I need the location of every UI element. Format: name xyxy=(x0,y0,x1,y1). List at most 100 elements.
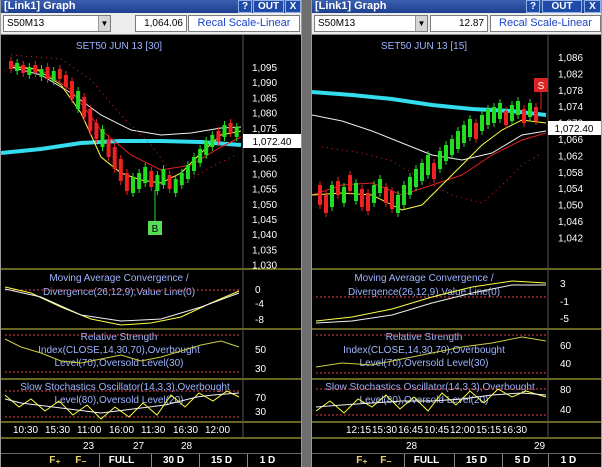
right-rsi-axis-1: 40 xyxy=(560,359,572,370)
candle-body xyxy=(402,185,406,205)
right-last-price: 1,072.40 xyxy=(555,124,594,135)
candle-body xyxy=(45,67,50,79)
candle-body xyxy=(21,65,26,73)
right-symbol-select[interactable]: S50M13 ▼ xyxy=(314,15,428,32)
svg-text:16:30: 16:30 xyxy=(502,425,527,436)
left-symbol-select[interactable]: S50M13 ▼ xyxy=(3,15,111,32)
chevron-down-icon[interactable]: ▼ xyxy=(98,16,110,31)
candle-body xyxy=(167,175,172,189)
right-title-bar[interactable]: [Link1] Graph ? OUT X xyxy=(312,0,601,13)
svg-text:11:00: 11:00 xyxy=(77,425,102,436)
left-rsi-label-3: Level(70),Oversold Level(30) xyxy=(55,358,184,369)
candle-body xyxy=(336,181,340,195)
right-rsi-axis-0: 60 xyxy=(560,341,572,352)
left-symbol-value: S50M13 xyxy=(7,18,45,29)
svg-text:15:30: 15:30 xyxy=(45,425,70,436)
candle-body xyxy=(348,175,352,191)
candle-body xyxy=(192,157,196,171)
left-tab-1d[interactable]: 1 D xyxy=(247,454,287,467)
right-tab-15d[interactable]: 15 D xyxy=(454,454,498,467)
candle-body xyxy=(27,67,32,75)
svg-text:15:15: 15:15 xyxy=(476,425,501,436)
left-macd-label-2: Divergence(26,12,9),Value Line(0) xyxy=(43,287,195,298)
candle-body xyxy=(106,139,111,157)
candle-body xyxy=(462,125,466,143)
left-title-bar[interactable]: [Link1] Graph ? OUT X xyxy=(1,0,301,13)
right-stoch-axis-1: 40 xyxy=(560,405,572,416)
candle-body xyxy=(216,131,221,141)
left-close-button[interactable]: X xyxy=(285,0,301,13)
right-help-button[interactable]: ? xyxy=(526,0,540,13)
right-zoom-out-button[interactable]: F₋ xyxy=(376,454,396,467)
candle-body xyxy=(342,187,346,203)
left-out-button[interactable]: OUT xyxy=(253,0,284,13)
svg-text:12:00: 12:00 xyxy=(450,425,475,436)
candle-body xyxy=(504,111,508,125)
svg-text:12:15: 12:15 xyxy=(346,425,371,436)
price-axis-label: 1,045 xyxy=(252,215,277,226)
candle-body xyxy=(528,103,532,117)
candle-body xyxy=(360,189,364,207)
candle-body xyxy=(480,115,484,131)
left-chart-area[interactable]: SET50 JUN 13 [30] 1,095 1,090 1,085 1,080 1,… xyxy=(1,35,301,453)
candle-body xyxy=(378,179,382,193)
right-toolbar: S50M13 ▼ 12.87 Recal Scale-Linear xyxy=(312,13,601,35)
candle-body xyxy=(408,177,412,195)
left-tab-15d[interactable]: 15 D xyxy=(199,454,243,467)
svg-text:16:30: 16:30 xyxy=(173,425,198,436)
svg-text:11:30: 11:30 xyxy=(141,425,166,436)
right-recal-scale-button[interactable]: Recal Scale-Linear xyxy=(490,15,601,32)
left-chart-title: SET50 JUN 13 [30] xyxy=(76,41,162,52)
right-tab-1d[interactable]: 1 D xyxy=(548,454,588,467)
candle-body xyxy=(149,171,154,187)
left-buy-marker-label: B xyxy=(152,224,159,235)
price-axis-label: 1,090 xyxy=(252,78,277,89)
right-macd-label-2: Divergence(26,12,9),Value Line(0) xyxy=(348,287,500,298)
candle-body xyxy=(173,179,178,193)
right-zoom-in-button[interactable]: F₊ xyxy=(352,454,372,467)
candle-body xyxy=(426,155,430,175)
candle-body xyxy=(234,127,239,137)
left-last-price: 1,072.40 xyxy=(253,137,292,148)
price-axis-label: 1,058 xyxy=(558,168,583,179)
left-macd-axis-2: -8 xyxy=(255,315,264,326)
right-out-button[interactable]: OUT xyxy=(542,0,582,13)
candle-body xyxy=(324,195,328,213)
svg-text:16:00: 16:00 xyxy=(109,425,134,436)
svg-text:10:45: 10:45 xyxy=(424,425,449,436)
candle-body xyxy=(516,101,520,115)
left-zoom-in-button[interactable]: F₊ xyxy=(45,454,65,467)
candle-body xyxy=(366,193,370,211)
price-axis-label: 1,062 xyxy=(558,151,583,162)
candle-body xyxy=(179,173,184,185)
right-chart-area[interactable]: SET50 JUN 13 [15] 1,086 1,082 1,078 1,074 1,… xyxy=(312,35,601,453)
candle-body xyxy=(522,109,526,123)
candle-body xyxy=(228,123,233,133)
candle-body xyxy=(57,69,62,79)
right-tab-5d[interactable]: 5 D xyxy=(502,454,542,467)
left-macd-axis-0: 0 xyxy=(255,285,261,296)
candle-body xyxy=(39,69,44,77)
left-rsi-label-2: Index(CLOSE,14,30,70),Overbought xyxy=(38,345,200,356)
chevron-down-icon[interactable]: ▼ xyxy=(415,16,427,31)
svg-text:28: 28 xyxy=(406,441,418,452)
left-rsi-axis-0: 50 xyxy=(255,345,267,356)
left-tab-30d[interactable]: 30 D xyxy=(151,454,195,467)
candle-body xyxy=(492,107,496,123)
left-zoom-out-button[interactable]: F₋ xyxy=(71,454,91,467)
right-tab-full[interactable]: FULL xyxy=(404,454,448,467)
right-graph-window: [Link1] Graph ? OUT X S50M13 ▼ 12.87 Rec… xyxy=(311,0,602,467)
candle-body xyxy=(88,109,93,131)
svg-text:12:00: 12:00 xyxy=(205,425,230,436)
price-axis-label: 1,054 xyxy=(558,184,583,195)
candle-body xyxy=(82,97,87,117)
candle-body xyxy=(432,163,436,179)
right-close-button[interactable]: X xyxy=(584,0,601,13)
left-stoch-axis-0: 70 xyxy=(255,393,267,404)
candle-body xyxy=(498,103,502,119)
left-recal-scale-button[interactable]: Recal Scale-Linear xyxy=(188,15,300,32)
left-help-button[interactable]: ? xyxy=(238,0,252,13)
left-tab-full[interactable]: FULL xyxy=(99,454,143,467)
price-axis-label: 1,075 xyxy=(252,124,277,135)
right-price-box: 12.87 xyxy=(430,15,488,32)
